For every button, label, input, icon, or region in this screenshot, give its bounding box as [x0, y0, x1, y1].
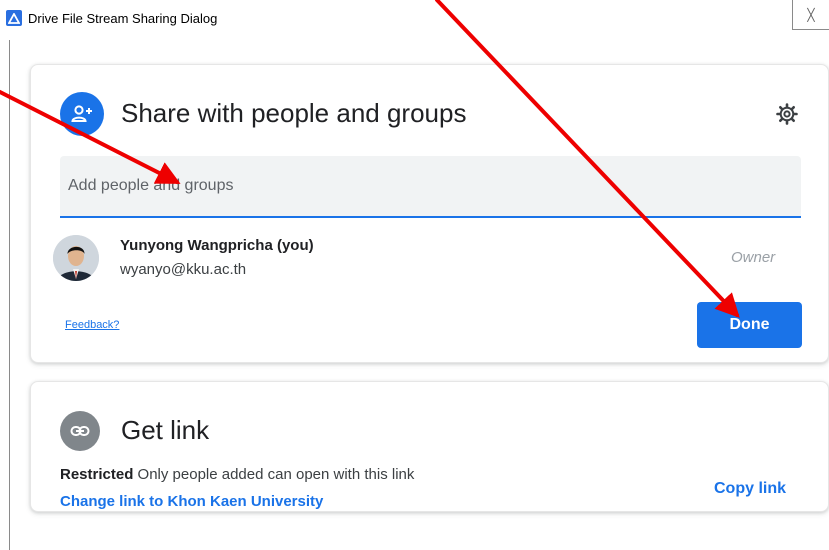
window-border [9, 40, 10, 550]
user-email: wyanyo@kku.ac.th [120, 261, 247, 278]
restricted-description: Only people added can open with this lin… [137, 466, 415, 483]
title-bar: Drive File Stream Sharing Dialog ╳ [0, 0, 829, 40]
user-name: Yunyong Wangpricha (you) [120, 237, 314, 254]
role-label: Owner [731, 249, 776, 266]
drive-icon [6, 10, 22, 26]
link-icon [60, 411, 100, 451]
done-button[interactable]: Done [697, 302, 802, 348]
avatar [53, 235, 99, 281]
window-title: Drive File Stream Sharing Dialog [28, 11, 218, 26]
add-people-input[interactable] [60, 156, 801, 216]
share-card: Share with people and groups Add people … [30, 64, 829, 363]
link-restriction-text: Restricted Only people added can open wi… [60, 466, 414, 483]
copy-link-button[interactable]: Copy link [714, 480, 786, 498]
get-link-title: Get link [121, 415, 210, 445]
change-link-button[interactable]: Change link to Khon Kaen University [60, 493, 323, 510]
person-add-icon [60, 92, 104, 136]
close-button[interactable]: ╳ [792, 0, 829, 30]
gear-icon[interactable] [774, 101, 800, 127]
share-title: Share with people and groups [121, 98, 467, 128]
add-people-field[interactable] [60, 156, 801, 218]
restricted-label: Restricted [60, 466, 134, 483]
feedback-link[interactable]: Feedback? [65, 319, 119, 331]
get-link-card: Get link Restricted Only people added ca… [30, 381, 829, 512]
